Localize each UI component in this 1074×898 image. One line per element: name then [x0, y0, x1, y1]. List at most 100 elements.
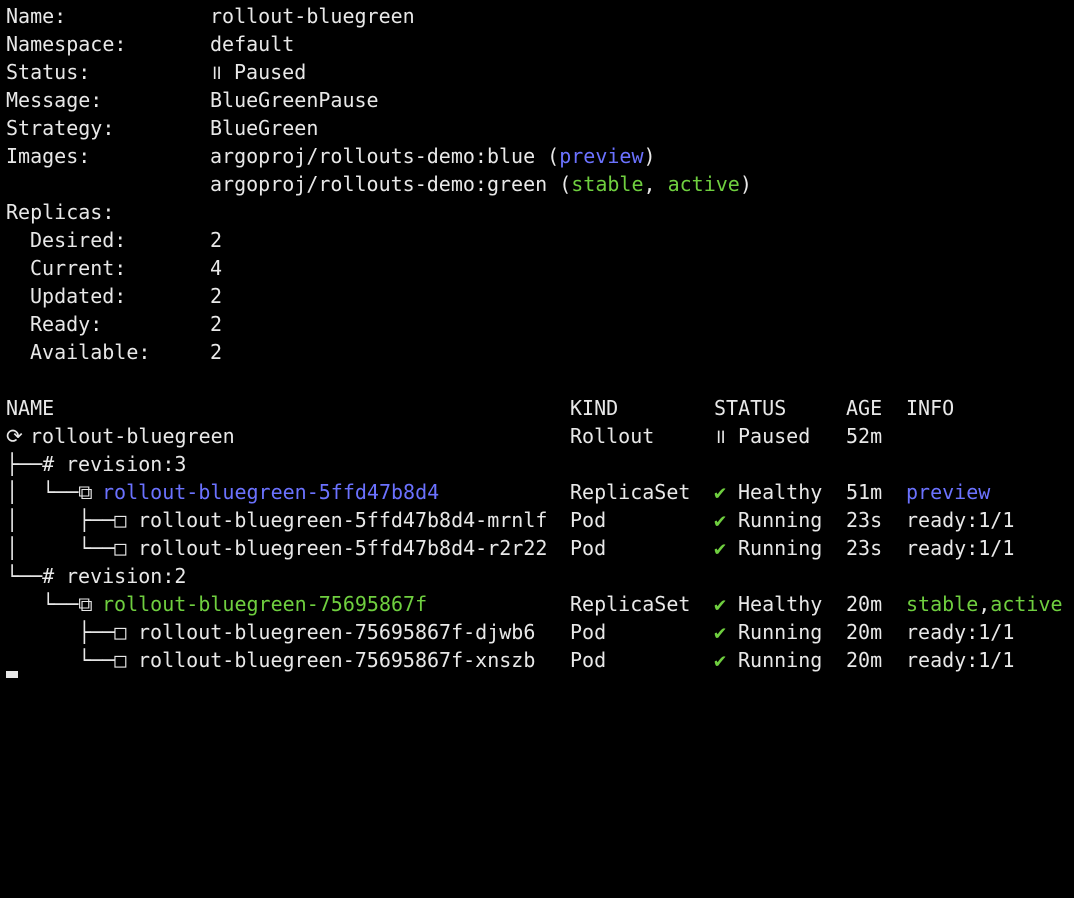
replica-value: 2 — [210, 228, 223, 252]
row-status: Healthy — [738, 480, 823, 504]
replica-value: 2 — [210, 312, 223, 336]
info-tag-active: active — [990, 592, 1063, 616]
check-icon: ✔ — [714, 536, 727, 560]
tree-branch-pod-icon: │ ├──□ — [6, 508, 139, 532]
table-row: │ └──□ rollout-bluegreen-5ffd47b8d4-r2r2… — [0, 534, 1014, 562]
check-icon: ✔ — [714, 620, 727, 644]
column-header-name: NAME — [6, 396, 55, 420]
images-line-2: argoproj/rollouts-demo:green (stable, ac… — [0, 170, 752, 198]
check-icon: ✔ — [714, 480, 727, 504]
row-name: rollout-bluegreen-75695867f-djwb6 — [138, 620, 536, 644]
replica-label: Current: — [30, 256, 127, 280]
replica-label: Available: — [30, 340, 151, 364]
row-age: 20m — [846, 648, 883, 672]
image-tag-active: active — [667, 172, 740, 196]
row-status: Running — [738, 508, 823, 532]
row-name: rollout-bluegreen-5ffd47b8d4-mrnlf — [138, 508, 548, 532]
row-age: 23s — [846, 508, 883, 532]
row-age: 52m — [846, 424, 883, 448]
row-name: rollout-bluegreen-75695867f-xnszb — [138, 648, 536, 672]
row-kind: Pod — [570, 536, 607, 560]
row-info: ready:1/1 — [906, 508, 1015, 532]
image-entry: argoproj/rollouts-demo:green (stable, ac… — [210, 170, 752, 198]
row-status: Paused — [738, 424, 811, 448]
row-age: 23s — [846, 536, 883, 560]
image-paren-close: ) — [643, 144, 656, 168]
column-header-age: AGE — [846, 396, 883, 420]
image-paren-open: ( — [535, 144, 560, 168]
field-message-line: Message: BlueGreenPause — [0, 86, 379, 114]
field-name-line: Name: rollout-bluegreen — [0, 2, 415, 30]
replica-ready-line: Ready: 2 — [0, 310, 222, 338]
field-status-line: Status: ॥ Paused — [0, 58, 306, 86]
replicas-line: Replicas: — [0, 198, 114, 226]
table-row: ⟳ rollout-bluegreen Rollout ॥ Paused 52m — [0, 422, 882, 450]
image-paren-open: ( — [547, 172, 572, 196]
row-status: Running — [738, 648, 823, 672]
field-value: BlueGreenPause — [210, 88, 379, 112]
row-name: revision:3 — [66, 452, 187, 476]
table-row: │ └──⧉ rollout-bluegreen-5ffd47b8d4 Repl… — [0, 478, 990, 506]
replica-desired-line: Desired: 2 — [0, 226, 222, 254]
field-namespace-line: Namespace: default — [0, 30, 294, 58]
check-icon: ✔ — [714, 648, 727, 672]
replica-label: Ready: — [30, 312, 103, 336]
field-label: Name: — [6, 4, 67, 28]
field-label: Message: — [6, 88, 103, 112]
tree-branch-revision-icon: ├──# — [6, 452, 67, 476]
row-info: ready:1/1 — [906, 620, 1015, 644]
image-tag-sep: , — [643, 172, 668, 196]
row-kind: ReplicaSet — [570, 480, 691, 504]
row-kind: Pod — [570, 648, 607, 672]
row-name: rollout-bluegreen-5ffd47b8d4-r2r22 — [138, 536, 548, 560]
row-status: Running — [738, 536, 823, 560]
replica-available-line: Available: 2 — [0, 338, 222, 366]
images-line: Images: argoproj/rollouts-demo:blue (pre… — [0, 142, 656, 170]
image-tag-preview: preview — [559, 144, 644, 168]
replica-label: Desired: — [30, 228, 127, 252]
image-paren-close: ) — [739, 172, 752, 196]
row-name: rollout-bluegreen — [30, 424, 235, 448]
row-age: 51m — [846, 480, 883, 504]
replica-value: 2 — [210, 340, 223, 364]
row-status: Healthy — [738, 592, 823, 616]
check-icon: ✔ — [714, 508, 727, 532]
replicas-label: Replicas: — [6, 200, 115, 224]
row-info: ready:1/1 — [906, 536, 1015, 560]
info-tag-sep: , — [978, 592, 991, 616]
field-label: Namespace: — [6, 32, 127, 56]
field-value: default — [210, 32, 295, 56]
image-name: argoproj/rollouts-demo:blue — [210, 144, 536, 168]
image-name: argoproj/rollouts-demo:green — [210, 172, 548, 196]
replica-updated-line: Updated: 2 — [0, 282, 222, 310]
row-kind: Pod — [570, 508, 607, 532]
row-info: ready:1/1 — [906, 648, 1015, 672]
terminal-window[interactable]: Name: rollout-bluegreen Namespace: defau… — [0, 0, 1074, 678]
column-header-status: STATUS — [714, 396, 787, 420]
replica-label: Updated: — [30, 284, 127, 308]
table-header: NAME KIND STATUS AGE INFO — [0, 394, 954, 422]
row-name: rollout-bluegreen-5ffd47b8d4 — [102, 480, 440, 504]
terminal-cursor — [6, 671, 18, 678]
replica-value: 4 — [210, 256, 223, 280]
check-icon: ✔ — [714, 592, 727, 616]
image-tag-stable: stable — [571, 172, 644, 196]
tree-branch-revision-icon: └──# — [6, 564, 67, 588]
pause-icon: ॥ — [714, 424, 726, 448]
table-row: ├──□ rollout-bluegreen-75695867f-djwb6 P… — [0, 618, 1014, 646]
table-row: └──# revision:2 — [0, 562, 186, 590]
tree-branch-pod-icon: └──□ — [6, 648, 139, 672]
row-kind: Rollout — [570, 424, 655, 448]
tree-branch-pod-icon: ├──□ — [6, 620, 139, 644]
field-label: Status: — [6, 60, 91, 84]
field-value: Paused — [234, 60, 307, 84]
table-row: │ ├──□ rollout-bluegreen-5ffd47b8d4-mrnl… — [0, 506, 1014, 534]
field-label: Strategy: — [6, 116, 115, 140]
table-row: └──⧉ rollout-bluegreen-75695867f Replica… — [0, 590, 1062, 618]
row-name: revision:2 — [66, 564, 187, 588]
table-row: └──□ rollout-bluegreen-75695867f-xnszb P… — [0, 646, 1014, 674]
replica-value: 2 — [210, 284, 223, 308]
field-value: rollout-bluegreen — [210, 4, 415, 28]
row-status: Running — [738, 620, 823, 644]
row-age: 20m — [846, 620, 883, 644]
